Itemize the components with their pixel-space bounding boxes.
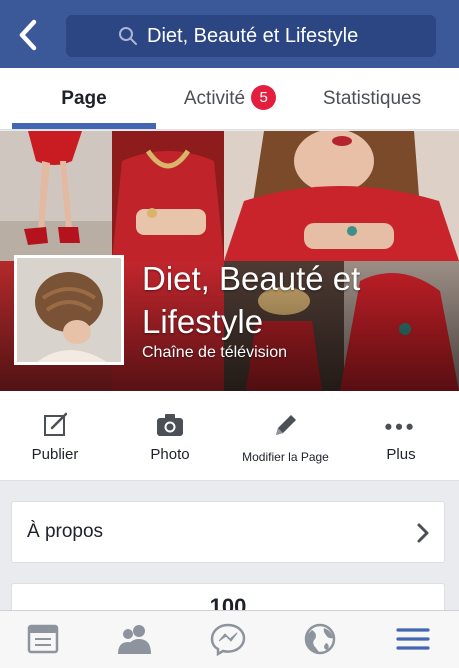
search-field[interactable]: Diet, Beauté et Lifestyle	[66, 15, 436, 57]
news-feed-icon[interactable]	[25, 622, 61, 656]
edit-page-button[interactable]: Modifier la Page	[228, 391, 343, 481]
page-title-line-1: Diet, Beauté et	[142, 260, 361, 297]
menu-icon[interactable]	[395, 622, 431, 656]
globe-icon[interactable]	[302, 622, 338, 656]
more-label: Plus	[386, 446, 416, 463]
compose-icon	[44, 412, 68, 436]
search-value: Diet, Beauté et Lifestyle	[147, 25, 359, 47]
tab-statistiques-label: Statistiques	[322, 88, 422, 109]
cover-image-legs	[0, 131, 112, 261]
publish-button[interactable]: Publier	[0, 391, 110, 481]
about-card[interactable]: À propos	[11, 501, 445, 563]
chevron-right-icon	[417, 523, 429, 543]
cover-photo[interactable]: Diet, Beauté et Lifestyle Chaîne de télé…	[0, 131, 459, 391]
tab-activite-label: Activité	[183, 88, 246, 109]
page-title: Diet, Beauté et Lifestyle	[142, 257, 442, 343]
photo-button[interactable]: Photo	[115, 391, 225, 481]
more-button[interactable]: Plus	[346, 391, 456, 481]
page-title-line-2: Lifestyle	[142, 303, 264, 340]
tab-page[interactable]: Page	[12, 68, 156, 130]
tab-activite[interactable]: Activité 5	[160, 68, 300, 130]
bottom-nav	[0, 610, 459, 668]
friends-icon[interactable]	[117, 622, 153, 656]
tab-statistiques[interactable]: Statistiques	[303, 68, 441, 130]
cover-image-sweater	[112, 131, 224, 261]
page-actions: Publier Photo Modifier la Page Plus	[0, 391, 459, 481]
photo-label: Photo	[150, 446, 190, 463]
edit-page-label: Modifier la Page	[242, 450, 329, 464]
publish-label: Publier	[31, 446, 79, 463]
pencil-icon	[276, 415, 296, 435]
profile-image-braid	[17, 258, 121, 362]
notification-badge: 5	[251, 85, 277, 110]
chevron-left-icon[interactable]	[14, 17, 44, 53]
messenger-icon[interactable]	[210, 622, 246, 656]
tab-page-label: Page	[61, 88, 107, 109]
camera-icon	[157, 414, 183, 436]
active-tab-indicator	[12, 123, 156, 129]
page-category: Chaîne de télévision	[142, 344, 287, 361]
top-bar: Diet, Beauté et Lifestyle	[0, 0, 459, 68]
more-dots-icon	[385, 423, 413, 430]
about-label: À propos	[27, 521, 104, 542]
page-tabs: Page Activité 5 Statistiques	[0, 68, 459, 130]
cover-image-woman	[224, 131, 459, 261]
profile-picture[interactable]	[14, 255, 124, 365]
search-icon	[119, 27, 137, 45]
